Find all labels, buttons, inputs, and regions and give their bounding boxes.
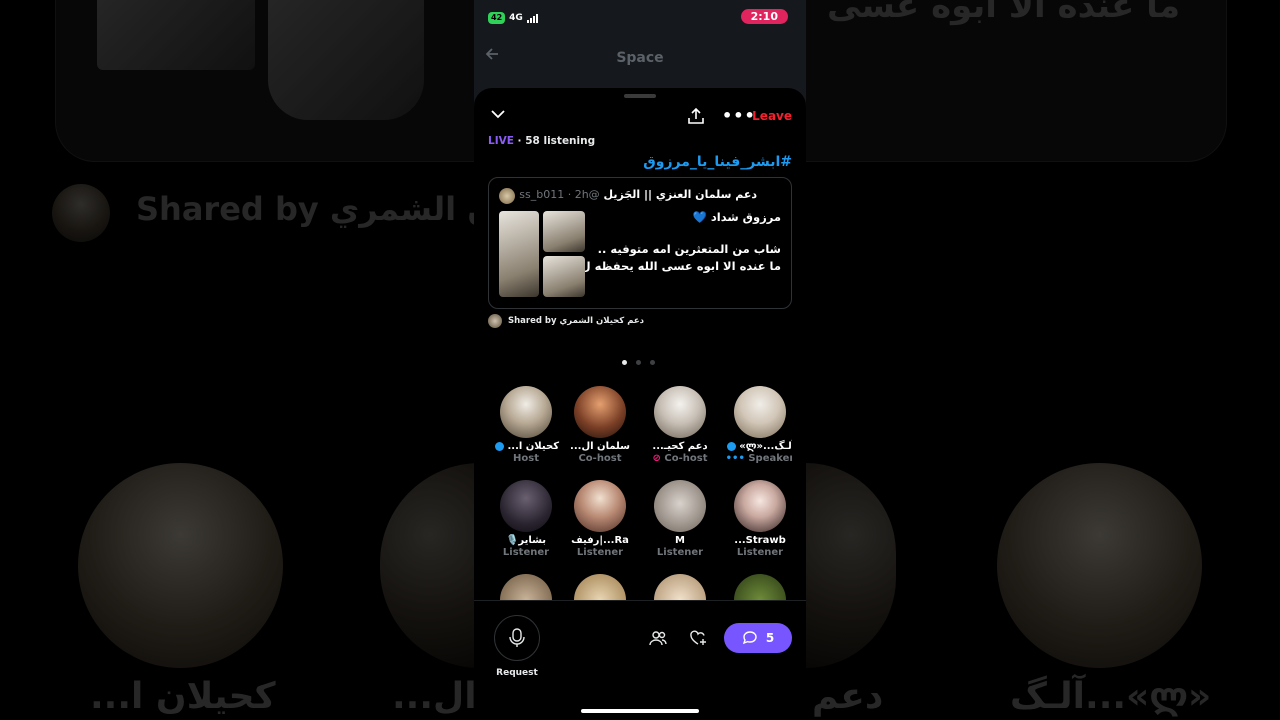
participant-name: سلمان ال... — [570, 441, 630, 452]
collapse-chevron-icon[interactable] — [490, 106, 506, 122]
participant-cohost[interactable]: سلمان ال... Co-host — [560, 386, 640, 464]
leave-button[interactable]: Leave — [752, 109, 792, 123]
participant-role: Co-host — [578, 453, 622, 464]
top-bar: Space — [474, 40, 806, 76]
participant-listener[interactable]: Strawb... Listener — [720, 480, 792, 558]
participant-role: Host — [513, 453, 539, 464]
page-dot — [650, 360, 655, 365]
avatar — [654, 480, 706, 532]
live-status: LIVE · 58 listening — [488, 135, 595, 147]
avatar — [574, 480, 626, 532]
request-mic-button[interactable] — [494, 615, 540, 661]
pinned-tweet-card[interactable]: دعم سلمان العنزي || الجَزيل @ss_b011 · 2… — [488, 177, 792, 309]
participant-name: دعم كحيـ... — [652, 441, 708, 452]
people-icon[interactable] — [649, 629, 667, 647]
clock: 2:10 — [740, 9, 788, 24]
participant-role: Listener — [576, 547, 624, 558]
participant-name: Ra...|رفيف — [571, 535, 629, 546]
tweet-text-line: ما عنده الا ابوه عسى الله يحفظه ل... — [567, 259, 781, 273]
participant-speaker[interactable]: آلـگ...«ლ» ••• Speaker — [720, 386, 792, 464]
participant-cohost[interactable]: دعم كحيـ... ⊘ Co-host — [640, 386, 720, 464]
status-bar: 42 4G 2:10 — [474, 0, 806, 36]
page-dot — [636, 360, 641, 365]
home-indicator[interactable] — [581, 709, 699, 713]
avatar — [734, 386, 786, 438]
tweet-image — [499, 211, 539, 297]
participant-role: Listener — [656, 547, 704, 558]
participant-role: Speaker — [748, 453, 792, 464]
tweet-images[interactable] — [499, 211, 585, 297]
page-dot — [622, 360, 627, 365]
add-heart-icon[interactable] — [689, 629, 707, 647]
avatar — [500, 480, 552, 532]
avatar — [500, 386, 552, 438]
avatar — [734, 480, 786, 532]
avatar — [654, 386, 706, 438]
participant-name: كحيلان ا... — [507, 441, 560, 452]
comments-button[interactable]: 5 — [724, 623, 792, 653]
space-title-hashtag[interactable]: #ابشر_فينا_يا_مرزوق — [643, 154, 792, 170]
phone-screen: 42 4G 2:10 Space ••• Leave LIVE · 58 lis… — [474, 0, 806, 720]
battery-indicator: 42 — [488, 12, 506, 24]
participant-role: Listener — [736, 547, 784, 558]
sharer-avatar — [488, 314, 502, 328]
tweet-text-line: مرزوق شداد 💙 — [692, 210, 781, 224]
participant-name: بشاير🎙️ — [505, 535, 547, 546]
share-icon[interactable] — [686, 106, 706, 126]
participant-listener[interactable]: بشاير🎙️ Listener — [488, 480, 566, 558]
shared-by-row: Shared by دعم كحيلان الشمري — [488, 314, 644, 328]
participant-listener[interactable]: M Listener — [640, 480, 720, 558]
tweet-image — [543, 256, 585, 297]
avatar — [574, 386, 626, 438]
tweet-handle-time: @ss_b011 · 2h — [519, 188, 600, 201]
drag-handle[interactable] — [624, 94, 656, 98]
participants-grid: كحيلان ا... Host سلمان ال... Co-host دعم… — [488, 386, 792, 604]
comment-count: 5 — [765, 631, 775, 645]
tweet-author-avatar — [499, 188, 515, 204]
tweet-text-line: شاب من المتعثرين امه متوفيه .. — [597, 242, 781, 256]
participant-host[interactable]: كحيلان ا... Host — [488, 386, 566, 464]
request-label: Request — [496, 668, 538, 678]
verified-badge-icon — [494, 441, 504, 451]
participant-role: Listener — [502, 547, 550, 558]
page-title: Space — [616, 50, 664, 66]
shared-by-label: Shared by دعم كحيلان الشمري — [508, 316, 645, 326]
participant-name: M — [675, 535, 685, 546]
participant-listener[interactable]: Ra...|رفيف Listener — [560, 480, 640, 558]
comment-icon — [742, 631, 757, 645]
participant-role: Co-host — [664, 453, 708, 464]
bottom-controls: Request 5 — [474, 600, 806, 720]
verified-badge-icon — [726, 441, 736, 451]
tweet-author-name: دعم سلمان العنزي || الجَزيل — [603, 188, 757, 201]
more-options-icon[interactable]: ••• — [722, 106, 756, 125]
tweet-image — [543, 211, 585, 252]
network-label: 4G — [509, 13, 523, 23]
participant-name: آلـگ...«ლ» — [739, 441, 792, 452]
speaking-indicator-icon: ••• — [725, 453, 745, 464]
microphone-icon — [509, 628, 525, 647]
muted-mic-icon: ⊘ — [652, 453, 661, 464]
live-badge: LIVE — [488, 135, 514, 147]
participant-name: Strawb... — [734, 535, 786, 546]
page-indicator — [622, 360, 655, 365]
listener-count: · 58 listening — [513, 135, 596, 147]
signal-icon — [526, 13, 538, 23]
